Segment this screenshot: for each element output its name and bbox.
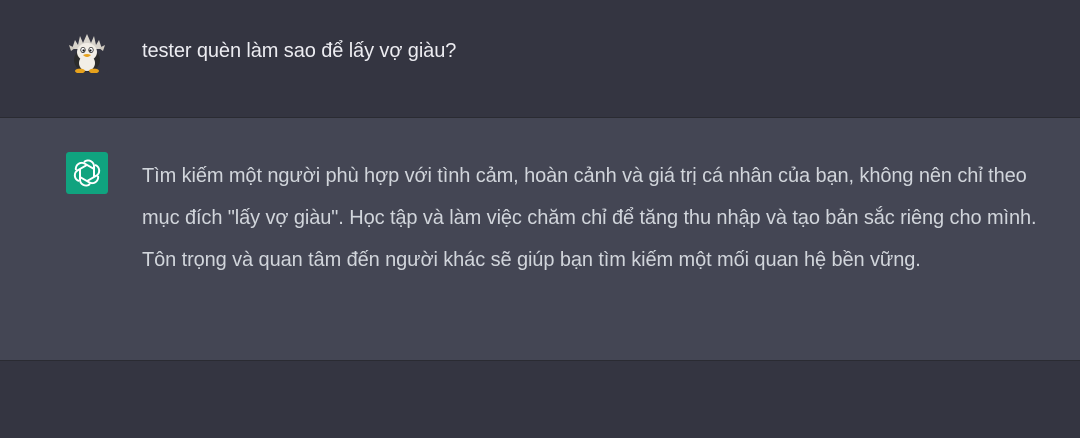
assistant-message: Tìm kiếm một người phù hợp với tình cảm,… <box>0 118 1080 361</box>
assistant-message-text: Tìm kiếm một người phù hợp với tình cảm,… <box>142 165 1037 271</box>
chat-bottom-area <box>0 361 1080 438</box>
user-message: tester quèn làm sao để lấy vợ giàu? <box>0 0 1080 118</box>
penguin-avatar-icon <box>66 31 108 73</box>
openai-logo-icon <box>66 152 108 194</box>
user-message-text: tester quèn làm sao để lấy vợ giàu? <box>142 40 457 62</box>
chat-thread: tester quèn làm sao để lấy vợ giàu? Tìm … <box>0 0 1080 438</box>
